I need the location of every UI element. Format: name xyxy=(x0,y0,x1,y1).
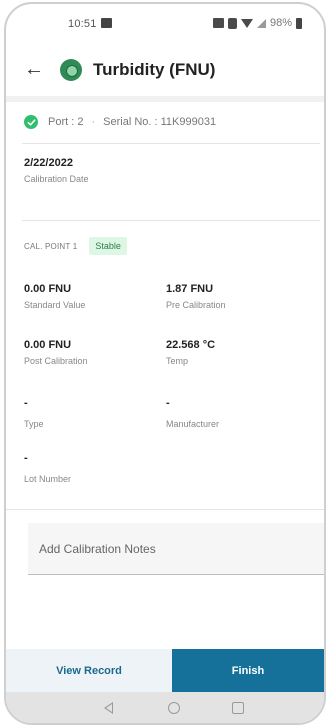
section-divider xyxy=(6,509,324,510)
lot-number-field: - Lot Number xyxy=(24,452,71,484)
check-circle-icon xyxy=(24,115,38,129)
battery-icon xyxy=(296,17,302,29)
back-arrow-icon[interactable]: ← xyxy=(24,59,44,79)
type-value: - xyxy=(24,397,28,409)
nav-recents-icon[interactable] xyxy=(232,702,244,714)
post-calibration-label: Post Calibration xyxy=(24,356,88,366)
post-calibration-value: 0.00 FNU xyxy=(24,339,72,351)
turbidity-sensor-icon xyxy=(60,59,82,81)
cal-point-label: CAL. POINT 1 xyxy=(24,241,78,251)
temp-field: 22.568 °C Temp xyxy=(166,339,215,366)
status-badge: Stable xyxy=(89,237,127,255)
pre-calibration-field: 1.87 FNU Pre Calibration xyxy=(166,283,226,310)
app-header: ← Turbidity (FNU) xyxy=(6,52,324,96)
manufacturer-value: - xyxy=(166,397,170,409)
type-field: - Type xyxy=(24,397,44,429)
status-time: 10:51 xyxy=(68,18,97,30)
lot-number-label: Lot Number xyxy=(24,474,72,484)
sensor-info-row: Port : 2 · Serial No. : 11K999031 xyxy=(24,113,216,131)
wifi-icon xyxy=(240,18,253,28)
nav-home-icon[interactable] xyxy=(168,702,180,714)
serial-number: Serial No. : 11K999031 xyxy=(103,116,217,128)
pre-calibration-value: 1.87 FNU xyxy=(166,283,214,295)
view-record-button[interactable]: View Record xyxy=(6,649,172,692)
nfc-icon xyxy=(212,18,224,28)
signal-icon xyxy=(256,18,266,28)
status-icons: 98% xyxy=(212,17,302,29)
finish-button[interactable]: Finish xyxy=(172,649,324,692)
battery-percent: 98% xyxy=(269,17,292,29)
section-divider xyxy=(22,143,320,144)
port-label: Port : 2 xyxy=(48,116,84,128)
notes-placeholder: Add Calibration Notes xyxy=(39,541,156,556)
type-label: Type xyxy=(24,419,44,429)
lot-number-value: - xyxy=(24,452,28,464)
standard-value: 0.00 FNU xyxy=(24,283,72,295)
cal-point-row: CAL. POINT 1 Stable xyxy=(24,237,127,255)
bottom-action-bar: View Record Finish xyxy=(6,649,324,692)
manufacturer-field: - Manufacturer xyxy=(166,397,219,429)
pre-calibration-label: Pre Calibration xyxy=(166,300,226,310)
calibration-date-label: Calibration Date xyxy=(24,174,89,184)
temp-value: 22.568 °C xyxy=(166,339,216,351)
page-title: Turbidity (FNU) xyxy=(93,60,216,79)
header-divider xyxy=(6,96,324,102)
section-divider xyxy=(22,220,320,221)
image-icon xyxy=(101,18,112,28)
vibrate-icon xyxy=(227,17,237,29)
status-bar: 10:51 98% xyxy=(6,4,324,44)
calibration-date-field: 2/22/2022 Calibration Date xyxy=(24,157,89,184)
standard-value-label: Standard Value xyxy=(24,300,86,310)
separator-dot: · xyxy=(91,116,96,128)
standard-value-field: 0.00 FNU Standard Value xyxy=(24,283,85,310)
calibration-date-value: 2/22/2022 xyxy=(24,157,73,169)
nav-back-icon[interactable] xyxy=(104,702,113,714)
phone-frame: 10:51 98% ← Turbidity (FNU) Port : 2 · S… xyxy=(4,2,326,725)
system-nav-bar xyxy=(6,692,324,723)
manufacturer-label: Manufacturer xyxy=(166,419,220,429)
calibration-notes-input[interactable]: Add Calibration Notes xyxy=(28,523,324,575)
temp-label: Temp xyxy=(166,356,189,366)
post-calibration-field: 0.00 FNU Post Calibration xyxy=(24,339,88,366)
